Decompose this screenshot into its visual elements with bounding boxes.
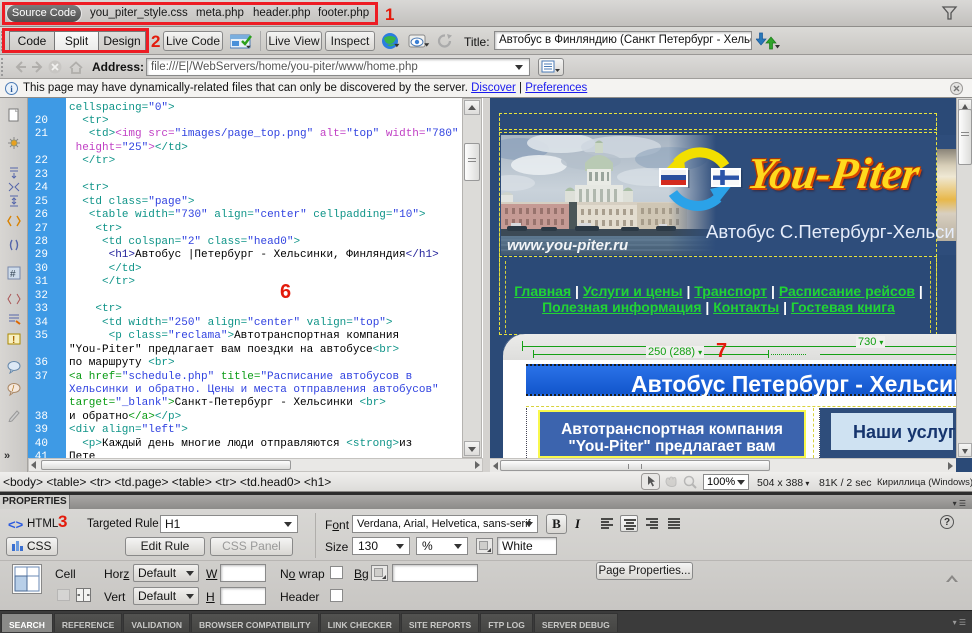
svg-text:#: #: [10, 269, 16, 280]
svg-text:!: !: [12, 335, 15, 346]
